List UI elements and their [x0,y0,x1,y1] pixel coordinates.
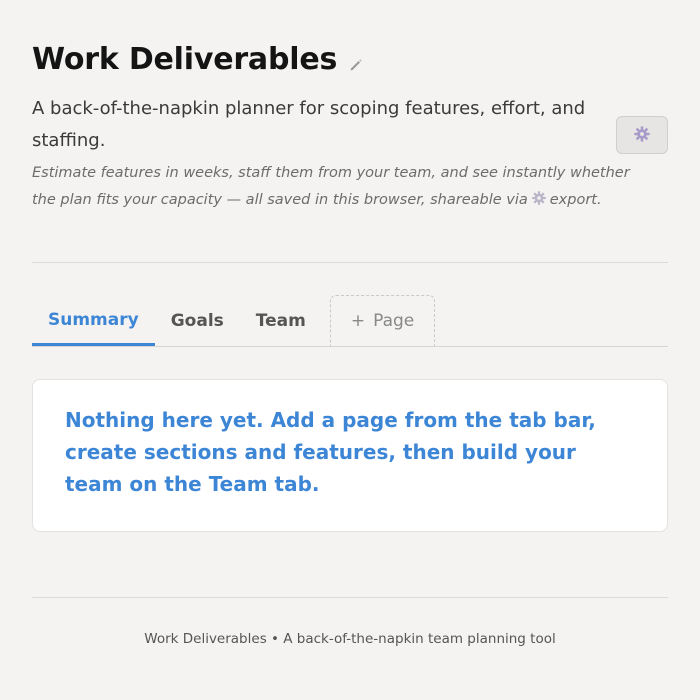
header-divider [32,262,668,263]
page-title: Work Deliverables [32,42,338,77]
tab-goals[interactable]: Goals [155,296,240,346]
plus-icon: + [350,311,366,331]
gear-icon [531,189,547,205]
intro-note-export: export. [549,192,602,208]
add-page-label: Page [373,311,415,331]
tab-bar-divider [32,346,668,347]
tab-bar: Summary Goals Team + Page [32,295,668,346]
page-subtitle: A back-of-the-napkin planner for scoping… [32,98,586,151]
intro-note: Estimate features in weeks, staff them f… [32,160,632,214]
page: Work Deliverables A back-of-the-napkin p… [32,0,668,700]
pencil-icon[interactable] [347,55,365,73]
footer-divider [32,597,668,598]
title-row: Work Deliverables [32,38,365,82]
settings-button[interactable] [616,116,668,154]
footer-text: Work Deliverables • A back-of-the-napkin… [144,631,556,647]
empty-state-message: Nothing here yet. Add a page from the ta… [65,408,596,496]
empty-state-card: Nothing here yet. Add a page from the ta… [32,379,668,532]
tab-team[interactable]: Team [240,296,322,346]
gear-icon [633,125,651,146]
add-page-tab[interactable]: + Page [329,295,436,346]
tab-summary[interactable]: Summary [32,296,155,346]
